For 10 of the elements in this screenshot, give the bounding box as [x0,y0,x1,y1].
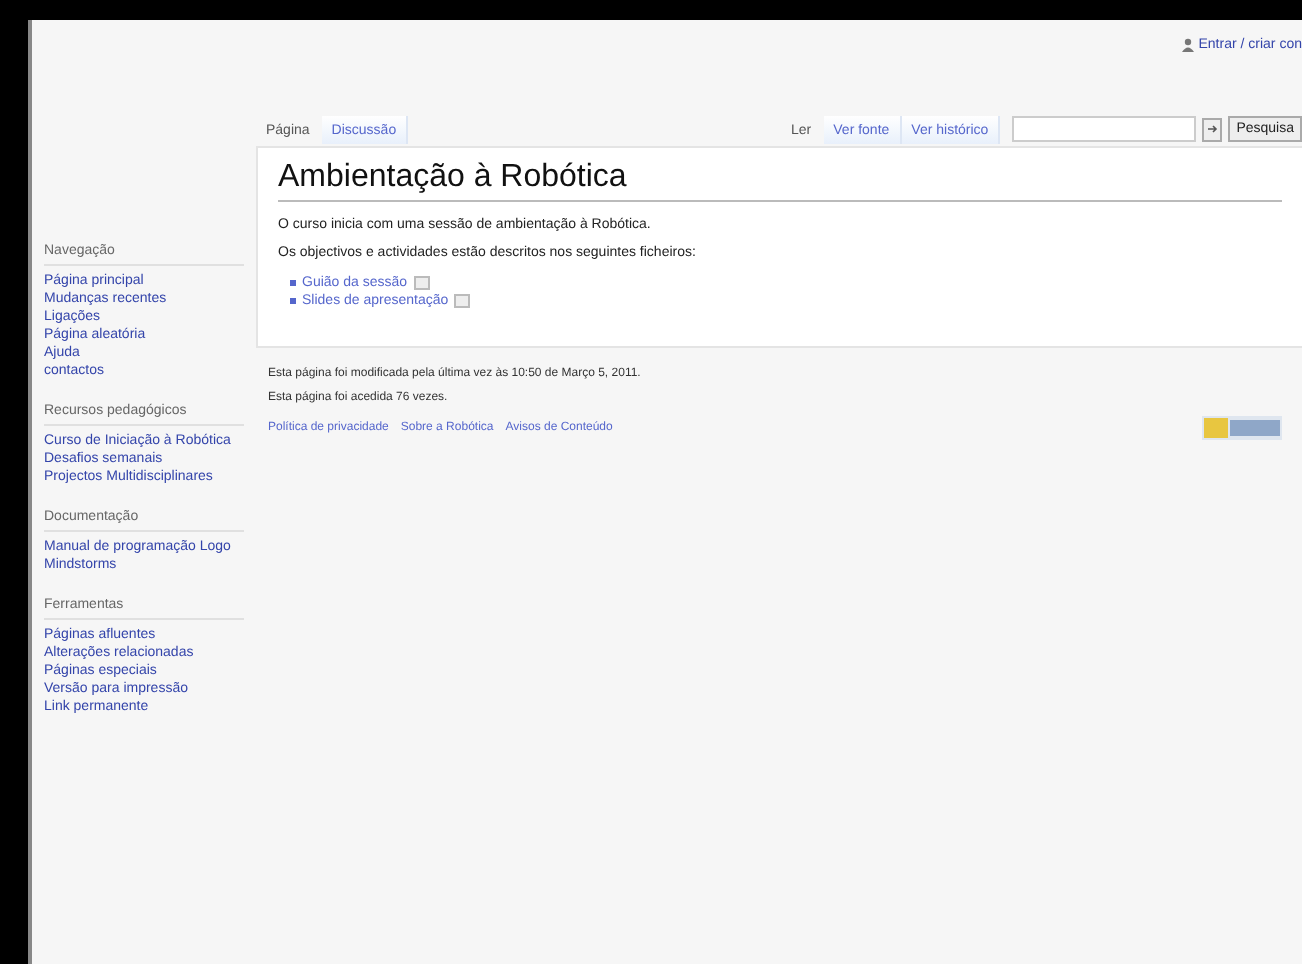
powered-by-badge[interactable] [1202,416,1282,440]
page-title: Ambientação à Robótica [278,160,1282,202]
bullet-icon [290,298,296,304]
bullet-icon [290,280,296,286]
go-button[interactable] [1202,117,1223,141]
search-field[interactable] [1012,116,1197,142]
arrow-icon [1207,124,1218,134]
user-icon [1182,37,1195,51]
file-icon [454,294,471,308]
file-icon [413,276,430,290]
